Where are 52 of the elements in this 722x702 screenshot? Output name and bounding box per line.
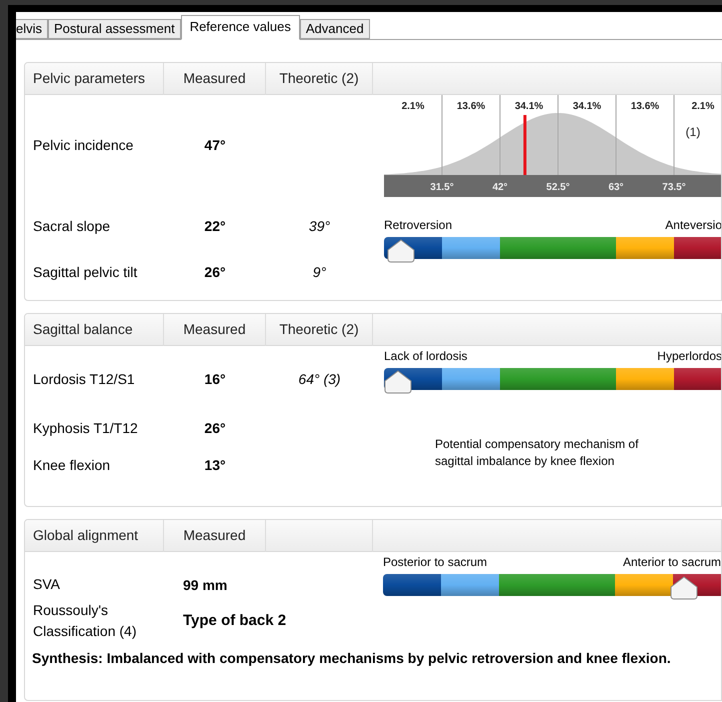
- footnote-mark: (1): [686, 125, 700, 139]
- slider-thumb[interactable]: [387, 239, 416, 263]
- column-header: Global alignment: [33, 526, 138, 545]
- theoretic-value: 64° (3): [298, 371, 341, 387]
- tick-label: 73.5°: [662, 182, 686, 193]
- gauge-label: Lack of lordosis: [384, 348, 468, 364]
- measured-value: 26°: [204, 264, 226, 280]
- gauge-label: Anterior to sacrum: [622, 554, 721, 570]
- measured-value: 47°: [204, 137, 226, 153]
- column-header: Measured: [183, 320, 246, 339]
- tick-label: 52.5°: [546, 182, 570, 193]
- parameter-label: Sacral slope: [33, 218, 110, 234]
- measured-value: 13°: [204, 457, 226, 473]
- column-header: Measured: [183, 526, 246, 545]
- tab[interactable]: elvis: [16, 19, 48, 39]
- slider-thumb[interactable]: [384, 370, 412, 394]
- column-header: Measured: [183, 69, 246, 88]
- theoretic-value: 9°: [312, 264, 326, 280]
- measured-value: 99 mm: [183, 576, 228, 594]
- measured-value: Type of back 2: [183, 610, 286, 631]
- gauge-label: Posterior to sacrum: [383, 554, 488, 570]
- percentage-label: 13.6%: [456, 101, 486, 112]
- tick-label: 31.5°: [430, 182, 454, 193]
- percentage-label: 2.1%: [402, 101, 424, 112]
- tab[interactable]: Advanced: [300, 19, 370, 39]
- column-header: Sagittal balance: [33, 320, 133, 339]
- percentage-label: 34.1%: [514, 101, 544, 112]
- measured-value: 26°: [204, 420, 226, 436]
- column-header: Pelvic parameters: [33, 69, 146, 88]
- percentage-label: 13.6%: [630, 101, 660, 112]
- parameter-label: Pelvic incidence: [33, 137, 134, 153]
- measured-value: 22°: [204, 218, 226, 234]
- parameter-label: Sagittal pelvic tilt: [33, 264, 138, 280]
- slider-thumb[interactable]: [670, 576, 698, 600]
- column-header: Theoretic (2): [279, 320, 359, 339]
- parameter-label: Roussouly's Classification (4): [33, 601, 138, 641]
- tick-label: 42°: [492, 182, 508, 193]
- parameter-label: Knee flexion: [33, 457, 110, 473]
- column-header: Theoretic (2): [279, 69, 359, 88]
- parameter-label: Kyphosis T1/T12: [33, 420, 138, 436]
- tab[interactable]: Reference values: [180, 15, 300, 40]
- measured-value: 16°: [204, 371, 226, 387]
- compensation-note: Potential compensatory mechanism of sagittal imbalance by knee flexion: [435, 436, 640, 470]
- tick-label: 63°: [608, 182, 624, 193]
- synthesis-text: Synthesis: Imbalanced with compensatory mechanisms by pelvic retroversion and knee flexion.: [31, 649, 672, 668]
- tab[interactable]: Postural assessment: [48, 19, 181, 39]
- parameter-label: SVA: [33, 576, 60, 592]
- percentage-label: 2.1%: [692, 101, 714, 112]
- theoretic-value: 39°: [308, 218, 330, 234]
- gauge-label: Retroversion: [384, 217, 452, 233]
- percentage-label: 34.1%: [572, 101, 602, 112]
- parameter-label: Lordosis T12/S1: [33, 371, 135, 387]
